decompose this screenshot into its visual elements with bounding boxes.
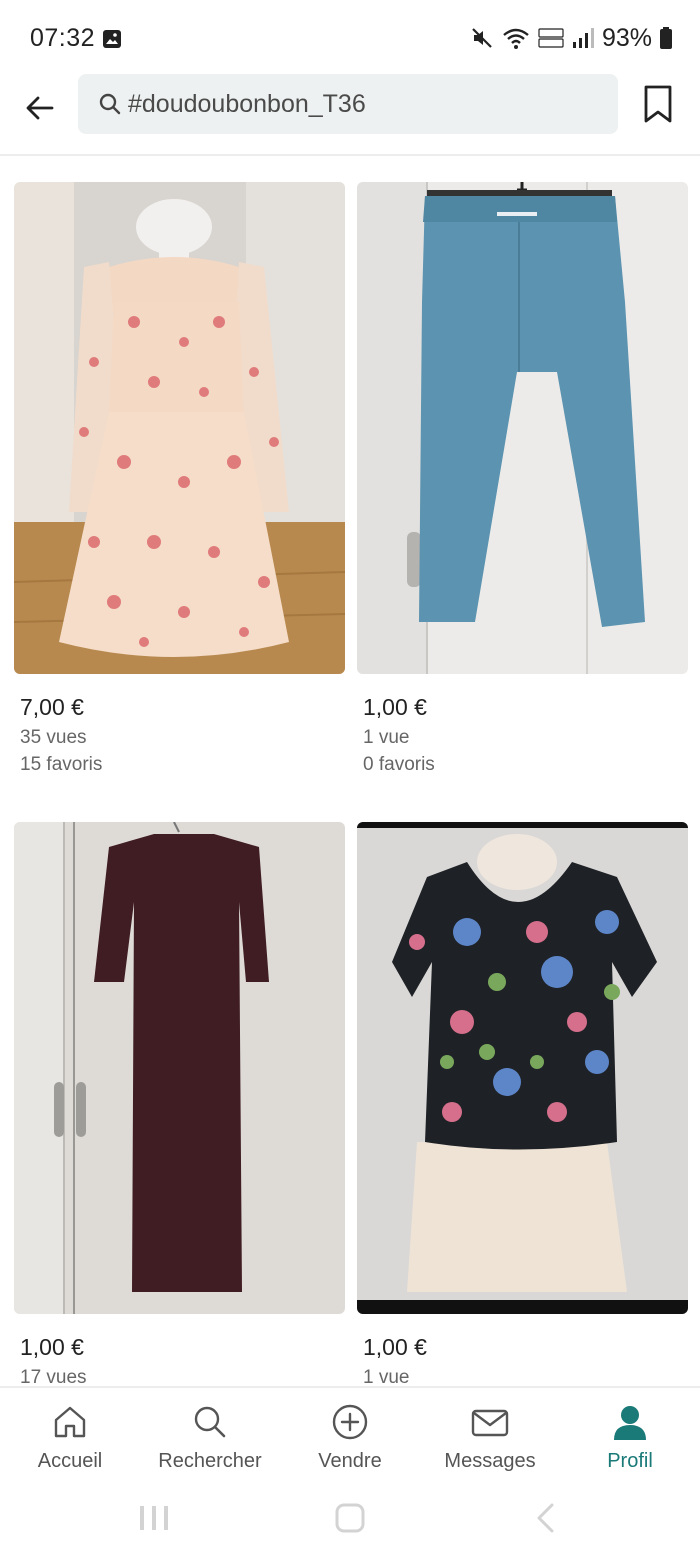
nav-label: Rechercher: [158, 1450, 262, 1472]
status-bar: 07:32 93%: [0, 0, 700, 72]
item-grid: 7,00 € 35 vues 15 favoris 1,00 € 1 vue 0…: [0, 154, 700, 1386]
item-price: 7,00 €: [20, 694, 84, 720]
bottom-nav: Accueil Rechercher Vendre Messages Profi…: [0, 1386, 700, 1488]
item-price: 1,00 €: [20, 1334, 84, 1360]
recents-icon: [137, 1503, 171, 1538]
search-query: #doudoubonbon_T36: [128, 89, 366, 118]
search-input[interactable]: #doudoubonbon_T36: [78, 74, 618, 134]
home-square-icon: [334, 1502, 366, 1539]
bookmark-button[interactable]: [638, 82, 678, 130]
signal-icon: [572, 26, 594, 50]
home-icon: [51, 1403, 89, 1446]
item-card[interactable]: 1,00 € 1 vue 0 favoris: [357, 182, 688, 778]
mute-icon: [470, 26, 494, 50]
item-card[interactable]: 1,00 € 1 vue: [357, 822, 688, 1386]
plus-circle-icon: [331, 1403, 369, 1446]
recents-button[interactable]: [124, 1498, 184, 1542]
profile-icon: [611, 1403, 649, 1446]
wifi-icon: [502, 26, 530, 50]
arrow-left-icon: [24, 92, 56, 129]
search-icon: [191, 1403, 229, 1446]
item-photo[interactable]: [14, 822, 345, 1314]
item-views: 1 vue: [363, 1367, 410, 1386]
header: #doudoubonbon_T36: [0, 72, 700, 156]
status-time: 07:32: [30, 24, 96, 52]
item-views: 1 vue: [363, 727, 410, 748]
nav-label: Accueil: [37, 1450, 103, 1472]
nav-item-rechercher[interactable]: Rechercher: [140, 1402, 280, 1482]
item-card[interactable]: 7,00 € 35 vues 15 favoris: [14, 182, 345, 778]
system-nav-bar: [0, 1488, 700, 1556]
photo-icon: [102, 29, 122, 49]
item-favorites: 15 favoris: [20, 754, 103, 775]
search-icon: [96, 90, 124, 118]
battery-percent: 93%: [601, 23, 652, 52]
item-photo[interactable]: [357, 822, 688, 1314]
battery-icon: [660, 27, 672, 49]
item-views: 17 vues: [20, 1367, 87, 1386]
volte-icon: [538, 26, 564, 50]
nav-item-profil[interactable]: Profil: [560, 1402, 700, 1482]
item-card[interactable]: 1,00 € 17 vues: [14, 822, 345, 1386]
item-views: 35 vues: [20, 727, 87, 748]
back-system-button[interactable]: [516, 1498, 576, 1542]
item-price: 1,00 €: [363, 694, 427, 720]
item-favorites: 0 favoris: [363, 754, 435, 775]
mail-icon: [470, 1403, 510, 1446]
item-photo[interactable]: [357, 182, 688, 674]
item-price: 1,00 €: [363, 1334, 427, 1360]
home-system-button[interactable]: [320, 1498, 380, 1542]
nav-label: Messages: [444, 1450, 536, 1472]
nav-item-messages[interactable]: Messages: [420, 1402, 560, 1482]
nav-label: Profil: [607, 1450, 653, 1472]
bookmark-icon: [643, 84, 673, 129]
chevron-left-icon: [534, 1502, 558, 1539]
item-photo[interactable]: [14, 182, 345, 674]
nav-item-accueil[interactable]: Accueil: [0, 1402, 140, 1482]
nav-label: Vendre: [318, 1450, 382, 1472]
back-button[interactable]: [18, 88, 62, 132]
status-icons: 93%: [470, 22, 672, 54]
nav-item-vendre[interactable]: Vendre: [280, 1402, 420, 1482]
